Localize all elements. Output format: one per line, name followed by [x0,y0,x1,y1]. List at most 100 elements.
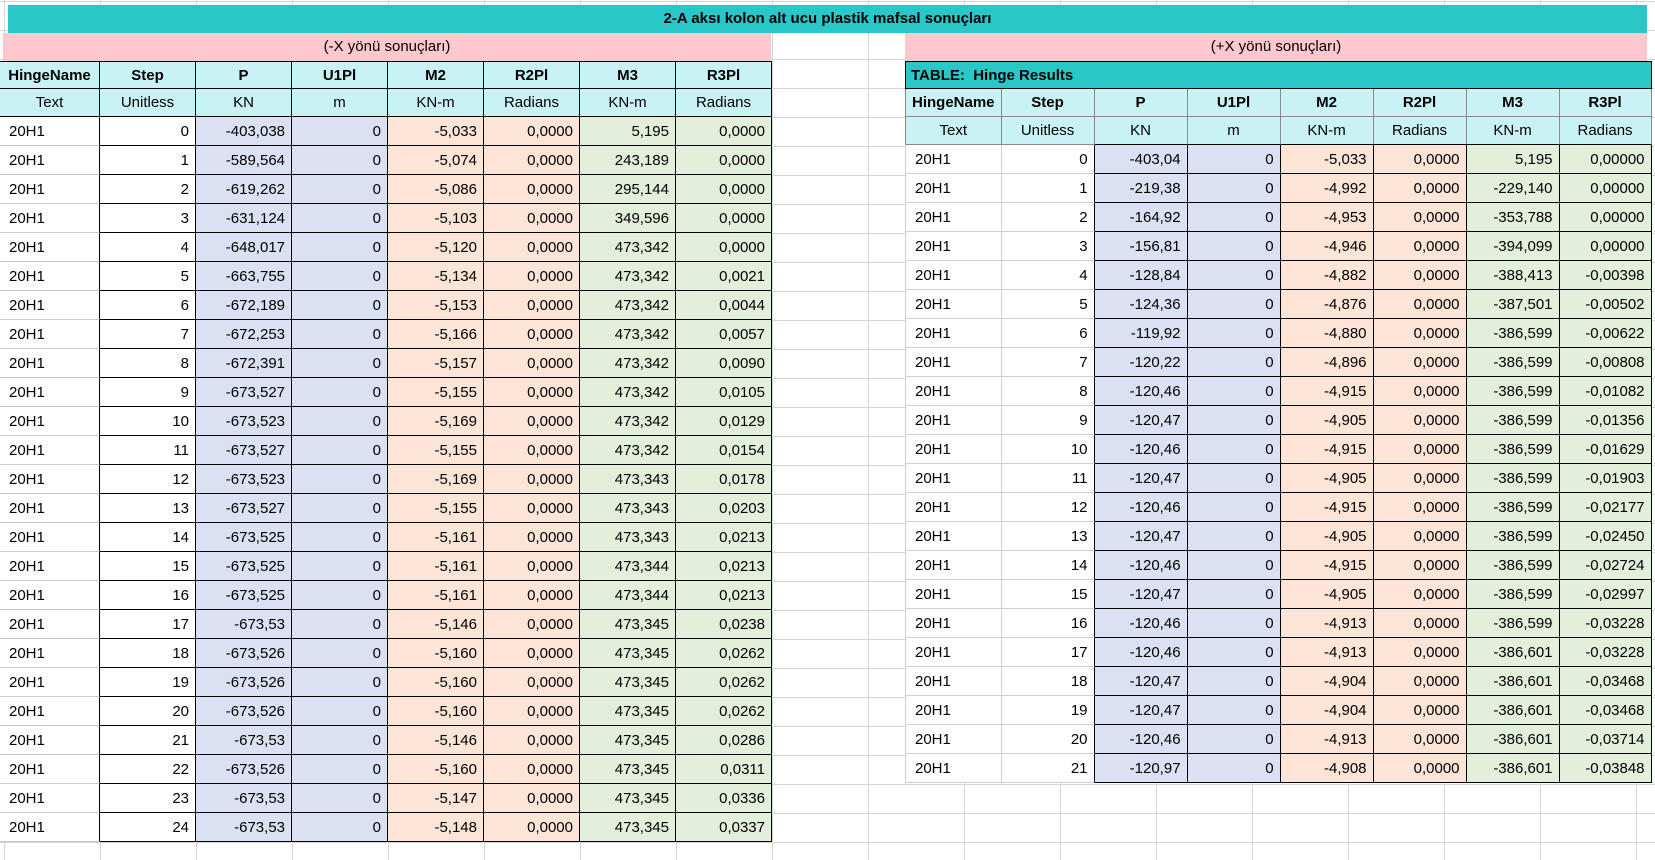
cell[interactable]: 20 [1001,725,1095,754]
cell[interactable]: -229,140 [1466,174,1560,203]
cell[interactable]: 0 [292,639,388,668]
cell[interactable]: 20H1 [0,726,100,755]
cell[interactable]: 0,0000 [484,668,580,697]
cell[interactable]: 0 [1187,696,1281,725]
cell[interactable]: 0 [292,784,388,813]
cell[interactable]: -4,915 [1280,493,1374,522]
cell[interactable]: -0,03468 [1559,696,1652,725]
cell[interactable]: 0,0000 [1373,551,1467,580]
cell[interactable]: -120,46 [1094,435,1188,464]
cell[interactable]: -663,755 [196,262,292,291]
cell[interactable]: 20H1 [905,580,1002,609]
cell[interactable]: -673,526 [196,755,292,784]
cell[interactable]: 473,345 [580,755,676,784]
cell[interactable]: -120,97 [1094,754,1188,783]
cell[interactable]: 0,0336 [676,784,772,813]
cell[interactable]: 20H1 [0,378,100,407]
cell[interactable]: -673,53 [196,610,292,639]
cell[interactable]: 20H1 [905,377,1002,406]
cell[interactable]: 0 [1187,203,1281,232]
cell[interactable]: -648,017 [196,233,292,262]
cell[interactable]: 20H1 [0,610,100,639]
cell[interactable]: 0 [1187,435,1281,464]
cell[interactable]: 0,0238 [676,610,772,639]
cell[interactable]: -386,599 [1466,493,1560,522]
cell[interactable]: 473,345 [580,668,676,697]
cell[interactable]: 0 [1187,348,1281,377]
cell[interactable]: 0 [1187,232,1281,261]
cell[interactable]: -673,523 [196,407,292,436]
unit-cell[interactable]: m [1187,117,1281,145]
cell[interactable]: 0 [292,726,388,755]
cell[interactable]: 0,0213 [676,523,772,552]
cell[interactable]: -5,161 [388,581,484,610]
cell[interactable]: 19 [1001,696,1095,725]
cell[interactable]: 20H1 [905,406,1002,435]
cell[interactable]: -631,124 [196,204,292,233]
cell[interactable]: 20H1 [905,696,1002,725]
cell[interactable]: 0,0000 [1373,667,1467,696]
cell[interactable]: 15 [100,552,196,581]
cell[interactable]: -5,146 [388,726,484,755]
cell[interactable]: 0,00000 [1559,145,1652,174]
cell[interactable]: 0,0129 [676,407,772,436]
cell[interactable]: 0,0000 [1373,754,1467,783]
cell[interactable]: 20H1 [0,581,100,610]
cell[interactable]: 473,342 [580,436,676,465]
cell[interactable]: 20H1 [905,174,1002,203]
cell[interactable]: 0 [292,407,388,436]
cell[interactable]: 20H1 [0,755,100,784]
cell[interactable]: -4,992 [1280,174,1374,203]
cell[interactable]: 0,0000 [484,610,580,639]
cell[interactable]: -672,189 [196,291,292,320]
cell[interactable]: -0,03714 [1559,725,1652,754]
column-header[interactable]: U1Pl [292,61,388,89]
cell[interactable]: 16 [1001,609,1095,638]
column-header[interactable]: M3 [580,61,676,89]
cell[interactable]: 12 [100,465,196,494]
cell[interactable]: 0 [1187,319,1281,348]
cell[interactable]: 15 [1001,580,1095,609]
cell[interactable]: -5,074 [388,146,484,175]
cell[interactable]: 473,344 [580,581,676,610]
cell[interactable]: 0,0213 [676,552,772,581]
cell[interactable]: 20H1 [0,146,100,175]
cell[interactable]: 0,0000 [1373,609,1467,638]
cell[interactable]: 0,0000 [484,436,580,465]
cell[interactable]: -4,913 [1280,638,1374,667]
cell[interactable]: 20H1 [905,725,1002,754]
cell[interactable]: 0 [1187,464,1281,493]
cell[interactable]: -673,523 [196,465,292,494]
cell[interactable]: 0,0000 [484,726,580,755]
cell[interactable]: -4,905 [1280,464,1374,493]
cell[interactable]: 8 [100,349,196,378]
cell[interactable]: -0,00398 [1559,261,1652,290]
cell[interactable]: 20H1 [0,697,100,726]
cell[interactable]: 473,342 [580,349,676,378]
cell[interactable]: -387,501 [1466,290,1560,319]
cell[interactable]: -403,04 [1094,145,1188,174]
cell[interactable]: 3 [100,204,196,233]
cell[interactable]: 0,0000 [484,465,580,494]
cell[interactable]: 0,0178 [676,465,772,494]
cell[interactable]: 0,0000 [1373,464,1467,493]
cell[interactable]: 0 [292,813,388,842]
cell[interactable]: 0,00000 [1559,174,1652,203]
cell[interactable]: -386,599 [1466,377,1560,406]
cell[interactable]: 473,345 [580,697,676,726]
unit-cell[interactable]: Radians [1559,117,1652,145]
column-header[interactable]: P [196,61,292,89]
cell[interactable]: -4,913 [1280,725,1374,754]
cell[interactable]: -0,01903 [1559,464,1652,493]
cell[interactable]: 0 [1187,261,1281,290]
unit-cell[interactable]: Text [0,89,100,117]
cell[interactable]: -5,148 [388,813,484,842]
cell[interactable]: 0,0000 [1373,232,1467,261]
column-header[interactable]: R3Pl [1559,89,1652,117]
cell[interactable]: -673,525 [196,523,292,552]
cell[interactable]: 0 [1187,551,1281,580]
cell[interactable]: -0,03228 [1559,609,1652,638]
cell[interactable]: 0,0000 [1373,145,1467,174]
cell[interactable]: 0 [292,668,388,697]
cell[interactable]: -0,00502 [1559,290,1652,319]
